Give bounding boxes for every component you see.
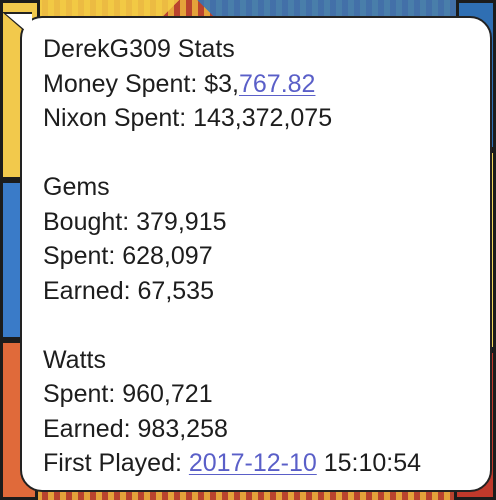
stats-title: DerekG309 Stats: [43, 35, 235, 63]
money-spent-prefix: $3,: [204, 69, 239, 98]
first-played-label: First Played:: [43, 449, 189, 477]
gems-bought: Bought: 379,915: [43, 207, 227, 236]
gems-heading: Gems: [43, 173, 110, 201]
money-spent-label: Money Spent:: [43, 69, 205, 98]
first-played-date-link[interactable]: 2017-12-10: [189, 449, 317, 477]
message-bubble[interactable]: DerekG309 Stats Money Spent: $3,767.82 N…: [20, 16, 492, 492]
gems-spent: Spent: 628,097: [43, 242, 213, 270]
watts-spent: Spent: 960,721: [43, 380, 213, 408]
money-spent-link[interactable]: 767.82: [239, 70, 315, 98]
bubble-tail: [6, 14, 32, 36]
watts-earned: Earned: 983,258: [43, 414, 228, 443]
money-spent-row: Money Spent: $3,767.82: [43, 67, 490, 102]
first-played-row: First Played: 2017-12-10 15:10:54: [43, 446, 490, 481]
watts-heading: Watts: [43, 345, 106, 374]
gems-earned: Earned: 67,535: [43, 276, 214, 305]
first-played-time: 15:10:54: [316, 449, 422, 477]
nixon-spent: Nixon Spent: 143,372,075: [43, 104, 333, 132]
